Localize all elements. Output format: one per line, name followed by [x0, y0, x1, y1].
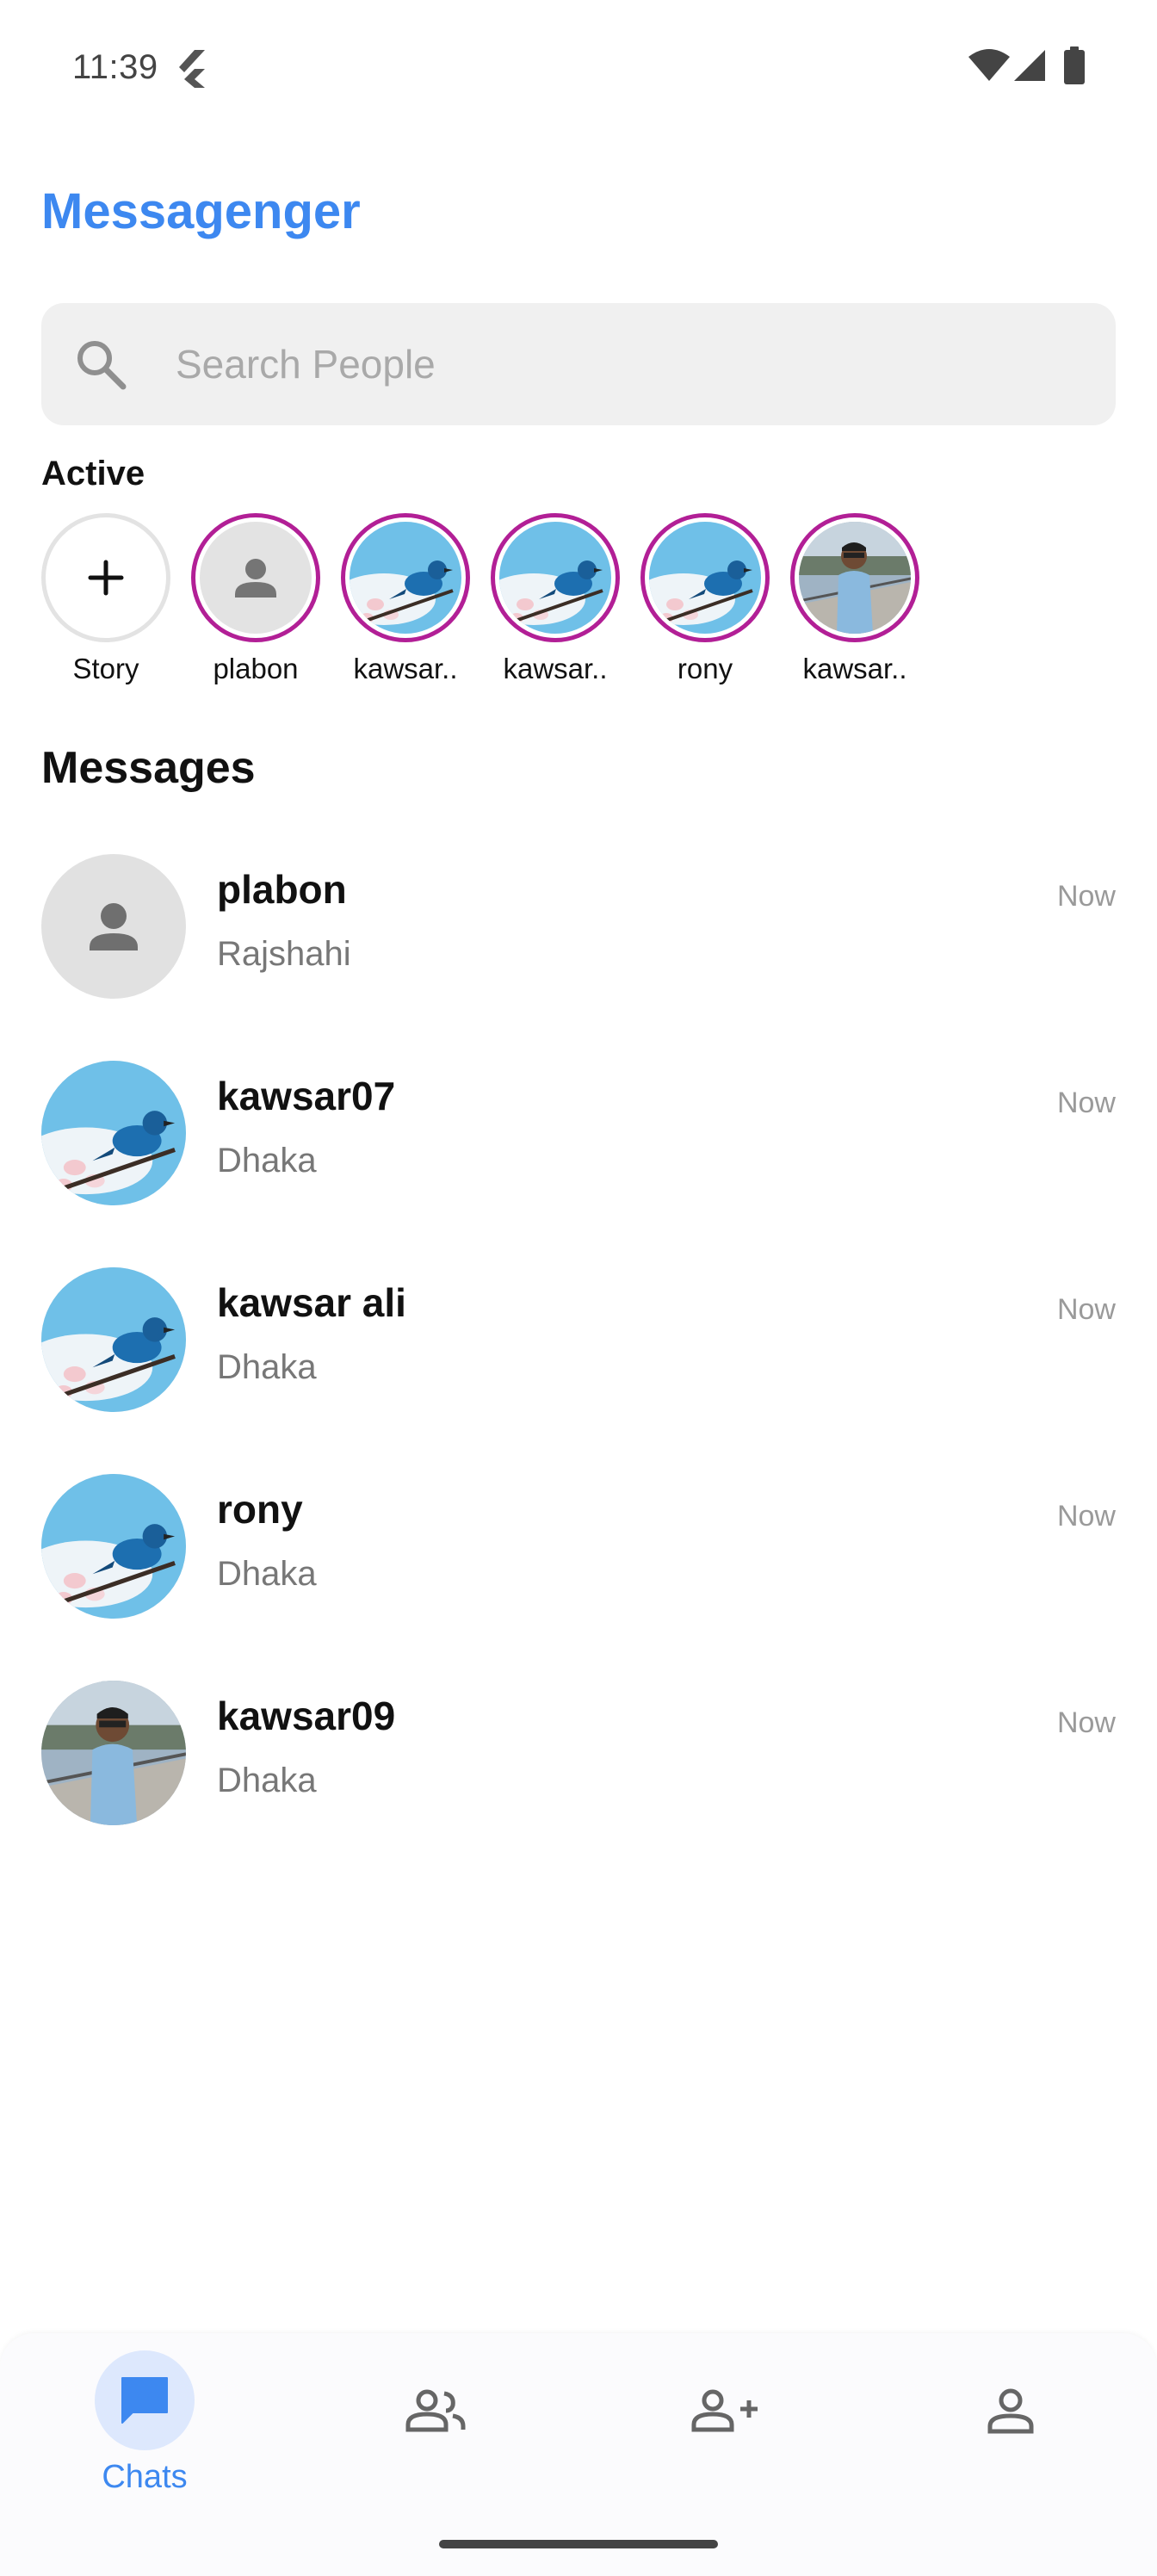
message-time: Now: [1056, 1500, 1116, 1533]
active-user-item[interactable]: kawsar..: [491, 513, 620, 685]
contact-subtitle: Dhaka: [217, 1142, 317, 1180]
nav-add-friend[interactable]: [671, 2333, 792, 2505]
message-row[interactable]: kawsar09 Dhaka Now: [41, 1681, 1116, 1827]
active-user-name: kawsar..: [802, 653, 907, 684]
chat-icon: [121, 2377, 168, 2424]
message-row[interactable]: kawsar07 Dhaka Now: [41, 1061, 1116, 1207]
avatar: [41, 1681, 186, 1825]
contact-subtitle: Dhaka: [217, 1555, 317, 1593]
contact-name: kawsar09: [217, 1694, 396, 1738]
person-photo-icon: [41, 1681, 186, 1825]
contact-subtitle: Rajshahi: [217, 935, 351, 973]
bird-photo-icon: [41, 1474, 186, 1619]
active-user-ring[interactable]: [640, 513, 770, 642]
active-user-ring[interactable]: [790, 513, 919, 642]
status-time: 11:39: [72, 48, 158, 86]
avatar: [350, 522, 461, 634]
person-photo-icon: [799, 522, 911, 634]
nav-people[interactable]: [379, 2333, 499, 2505]
profile-icon: [987, 2388, 1034, 2434]
avatar: [799, 522, 911, 634]
message-time: Now: [1056, 880, 1116, 913]
messenger-screen: 11:39 Messagenger Active: [0, 0, 1157, 2576]
contact-name: plabon: [217, 867, 347, 912]
avatar: [41, 1474, 186, 1619]
contact-name: kawsar ali: [217, 1280, 406, 1325]
battery-icon: [1064, 46, 1085, 84]
message-time: Now: [1056, 1293, 1116, 1326]
message-time: Now: [1056, 1087, 1116, 1119]
message-row[interactable]: rony Dhaka Now: [41, 1474, 1116, 1620]
status-bar: 11:39: [0, 0, 1157, 138]
active-user-item[interactable]: kawsar..: [790, 513, 919, 685]
search-bar[interactable]: [41, 303, 1116, 425]
avatar: [41, 1061, 186, 1205]
contact-name: rony: [217, 1487, 303, 1532]
active-user-name: rony: [677, 653, 733, 684]
contact-subtitle: Dhaka: [217, 1348, 317, 1386]
contact-name: kawsar07: [217, 1074, 396, 1118]
add-story-item[interactable]: Story: [41, 513, 170, 685]
search-input[interactable]: [176, 303, 1088, 425]
messages-heading: Messages: [41, 743, 256, 793]
default-avatar-icon: [235, 559, 276, 598]
avatar: [41, 1267, 186, 1412]
bird-photo-icon: [41, 1267, 186, 1412]
flutter-icon: [179, 50, 205, 88]
avatar: [499, 522, 611, 634]
active-stories-row: Story plabon kawsar.. kawsar.. rony kaws…: [41, 513, 1116, 694]
active-user-item[interactable]: kawsar..: [341, 513, 470, 685]
bird-photo-icon: [350, 522, 461, 634]
people-icon: [405, 2389, 466, 2432]
home-indicator[interactable]: [439, 2540, 718, 2548]
nav-chats[interactable]: Chats: [0, 2333, 289, 2505]
nav-chats-label: Chats: [102, 2459, 188, 2495]
contact-subtitle: Dhaka: [217, 1762, 317, 1799]
bird-photo-icon: [41, 1061, 186, 1205]
active-user-item[interactable]: rony: [640, 513, 770, 685]
message-row[interactable]: kawsar ali Dhaka Now: [41, 1267, 1116, 1414]
add-friend-icon: [691, 2389, 758, 2432]
default-avatar-icon: [90, 903, 138, 951]
story-name: Story: [72, 653, 139, 684]
avatar: [200, 522, 312, 634]
search-icon: [77, 341, 127, 390]
wifi-icon: [968, 49, 1010, 81]
bird-photo-icon: [499, 522, 611, 634]
add-story-button[interactable]: [41, 513, 170, 642]
message-row[interactable]: plabon Rajshahi Now: [41, 854, 1116, 1000]
active-user-name: plabon: [213, 653, 299, 684]
active-user-ring[interactable]: [341, 513, 470, 642]
avatar: [41, 854, 186, 999]
active-user-name: kawsar..: [353, 653, 458, 684]
active-heading: Active: [41, 455, 145, 492]
plus-icon: [88, 560, 124, 596]
signal-icon: [1014, 50, 1045, 81]
message-time: Now: [1056, 1706, 1116, 1739]
active-user-ring[interactable]: [491, 513, 620, 642]
app-title: Messagenger: [41, 183, 361, 239]
active-user-item[interactable]: plabon: [191, 513, 320, 685]
active-user-name: kawsar..: [503, 653, 608, 684]
nav-profile[interactable]: [956, 2333, 1076, 2505]
bird-photo-icon: [649, 522, 761, 634]
active-user-ring[interactable]: [191, 513, 320, 642]
avatar: [649, 522, 761, 634]
